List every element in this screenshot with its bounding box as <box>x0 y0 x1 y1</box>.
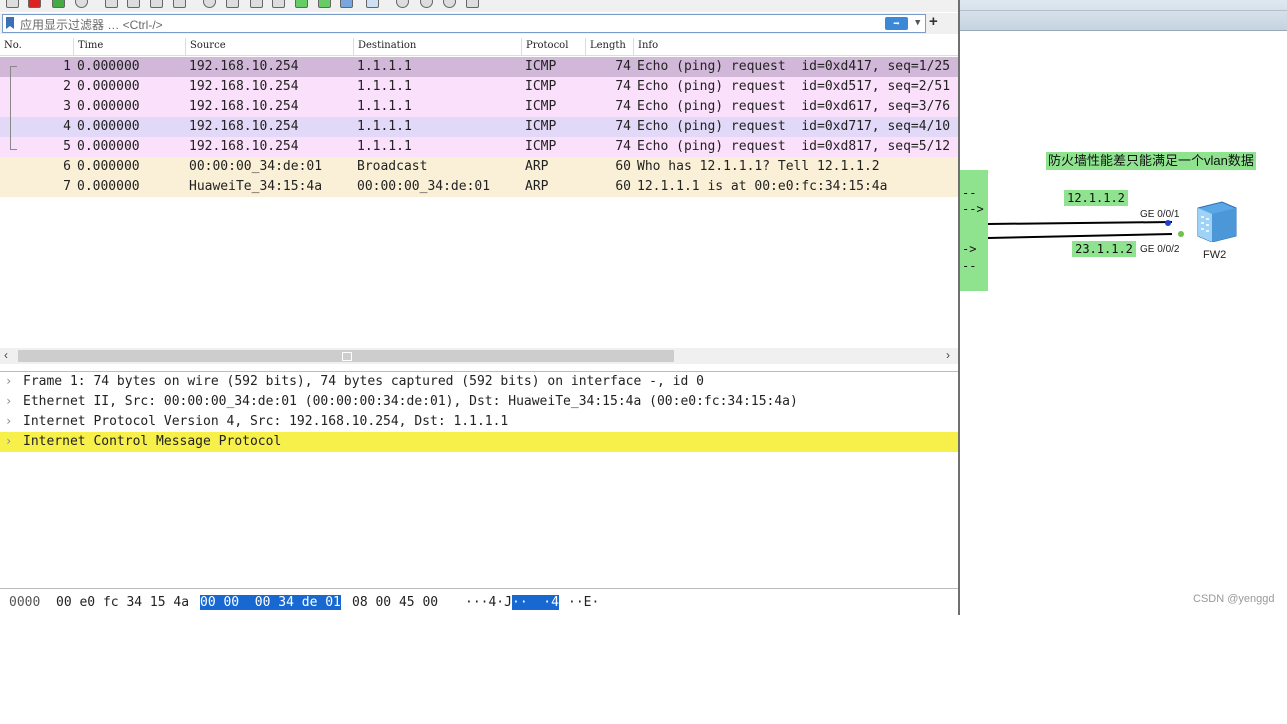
close-file-icon[interactable] <box>150 0 163 8</box>
packet-length: 60 <box>615 159 631 174</box>
packet-row[interactable]: 3 0.000000 192.168.10.254 1.1.1.1 ICMP 74 Echo… <box>0 97 958 117</box>
normal-size-icon[interactable] <box>443 0 456 8</box>
go-back-icon[interactable] <box>226 0 239 8</box>
find-packet-icon[interactable] <box>203 0 216 8</box>
save-file-icon[interactable] <box>127 0 140 8</box>
packet-length: 74 <box>615 59 631 74</box>
detail-row[interactable]: › Frame 1: 74 bytes on wire (592 bits), 7… <box>0 372 958 392</box>
go-to-packet-icon[interactable] <box>272 0 285 8</box>
detail-row[interactable]: › Internet Protocol Version 4, Src: 192.1… <box>0 412 958 432</box>
main-toolbar <box>0 0 958 12</box>
packet-row[interactable]: 5 0.000000 192.168.10.254 1.1.1.1 ICMP 74 Echo… <box>0 137 958 157</box>
colorize-icon[interactable] <box>366 0 379 8</box>
column-header-time[interactable]: Time <box>78 40 103 51</box>
link-status-dot <box>1178 231 1184 237</box>
bytes-ascii-highlight[interactable]: ·· ·4 <box>512 595 559 610</box>
port-label-top: GE 0/0/1 <box>1140 209 1180 220</box>
stop-capture-icon[interactable] <box>28 0 41 8</box>
capture-options-icon[interactable] <box>75 0 88 8</box>
scrollbar-grip <box>342 352 352 361</box>
zoom-in-icon[interactable] <box>396 0 409 8</box>
column-header-protocol[interactable]: Protocol <box>526 40 568 51</box>
expand-chevron-icon[interactable]: › <box>5 374 12 388</box>
packet-info: Echo (ping) request id=0xd417, seq=1/25 <box>637 59 951 74</box>
chevron-down-icon[interactable]: ▼ <box>915 18 920 28</box>
packet-row[interactable]: 7 0.000000 HuaweiTe_34:15:4a 00:00:00_34:de… <box>0 177 958 197</box>
filter-placeholder: 应用显示过滤器 … <Ctrl-/> <box>20 18 163 32</box>
detail-text: Internet Control Message Protocol <box>23 434 282 449</box>
packet-length: 60 <box>615 179 631 194</box>
device-label[interactable]: FW2 <box>1203 249 1226 261</box>
ip-label-bottom[interactable]: 23.1.1.2 <box>1072 241 1136 257</box>
port-label-bottom: GE 0/0/2 <box>1140 244 1180 255</box>
bytes-hex-1[interactable]: 00 e0 fc 34 15 4a <box>56 595 189 610</box>
bytes-hex-highlight[interactable]: 00 00 00 34 de 01 <box>200 595 341 610</box>
bytes-ascii-2[interactable]: ··E· <box>568 595 599 610</box>
wireshark-pane: 应用显示过滤器 … <Ctrl-/> ➡ ▼ + No. Time Source… <box>0 0 958 615</box>
add-filter-button[interactable]: + <box>929 13 938 30</box>
watermark: CSDN @yenggd <box>1193 593 1275 605</box>
link-ge001 <box>987 221 1173 225</box>
ip-label-top[interactable]: 12.1.1.2 <box>1064 190 1128 206</box>
packet-list: 1 0.000000 192.168.10.254 1.1.1.1 ICMP 74 Echo… <box>0 57 958 197</box>
column-header-source[interactable]: Source <box>190 40 226 51</box>
packet-length: 74 <box>615 99 631 114</box>
packet-row[interactable]: 2 0.000000 192.168.10.254 1.1.1.1 ICMP 74 Echo… <box>0 77 958 97</box>
packet-info: Echo (ping) request id=0xd817, seq=5/12 <box>637 139 951 154</box>
column-header-no[interactable]: No. <box>4 40 22 51</box>
conversation-bracket <box>10 66 17 150</box>
packet-info: 12.1.1.1 is at 00:e0:fc:34:15:4a <box>637 179 888 194</box>
topology-pane: 防火墙性能差只能满足一个vlan数据 -- --> -> -- 12.1.1.2… <box>960 0 1287 615</box>
detail-row[interactable]: › Ethernet II, Src: 00:00:00_34:de:01 (00… <box>0 392 958 412</box>
topology-links <box>987 220 1184 239</box>
packet-list-header: No. Time Source Destination Protocol Len… <box>0 38 958 56</box>
link-ge002 <box>987 233 1173 239</box>
packet-row[interactable]: 4 0.000000 192.168.10.254 1.1.1.1 ICMP 74 Echo… <box>0 117 958 137</box>
shark-fin-icon[interactable] <box>6 0 19 8</box>
packet-list-hscrollbar[interactable]: ‹ › <box>0 348 958 364</box>
expand-chevron-icon[interactable]: › <box>5 394 12 408</box>
packet-bytes: 0000 00 e0 fc 34 15 4a 00 00 00 34 de 01… <box>0 588 958 616</box>
packet-length: 74 <box>615 119 631 134</box>
detail-text: Ethernet II, Src: 00:00:00_34:de:01 (00:… <box>23 394 798 409</box>
packet-row[interactable]: 1 0.000000 192.168.10.254 1.1.1.1 ICMP 74 Echo… <box>0 57 958 77</box>
column-header-length[interactable]: Length <box>590 40 626 51</box>
packet-info: Who has 12.1.1.1? Tell 12.1.1.2 <box>637 159 880 174</box>
bytes-offset: 0000 <box>9 595 41 610</box>
go-forward-icon[interactable] <box>250 0 263 8</box>
scroll-left-icon[interactable]: ‹ <box>4 348 8 362</box>
reload-file-icon[interactable] <box>173 0 186 8</box>
zoom-out-icon[interactable] <box>420 0 433 8</box>
resize-columns-icon[interactable] <box>466 0 479 8</box>
link-status-dot <box>1165 220 1171 226</box>
restart-capture-icon[interactable] <box>52 0 65 8</box>
detail-text: Internet Protocol Version 4, Src: 192.16… <box>23 414 509 429</box>
scroll-right-icon[interactable]: › <box>946 348 950 362</box>
packet-details: › Frame 1: 74 bytes on wire (592 bits), 7… <box>0 371 958 586</box>
bytes-ascii-1[interactable]: ···4·J <box>465 595 512 610</box>
packet-info: Echo (ping) request id=0xd517, seq=2/51 <box>637 79 951 94</box>
packet-length: 74 <box>615 139 631 154</box>
detail-text: Frame 1: 74 bytes on wire (592 bits), 74… <box>23 374 704 389</box>
autoscroll-icon[interactable] <box>340 0 353 8</box>
column-header-destination[interactable]: Destination <box>358 40 416 51</box>
packet-info: Echo (ping) request id=0xd717, seq=4/10 <box>637 119 951 134</box>
go-last-icon[interactable] <box>318 0 331 8</box>
firewall-icon[interactable] <box>1194 200 1240 242</box>
column-header-info[interactable]: Info <box>638 40 658 51</box>
right-arrow-icon[interactable]: ➡ <box>885 17 908 30</box>
bookmark-icon[interactable] <box>6 17 14 29</box>
open-file-icon[interactable] <box>105 0 118 8</box>
bytes-hex-2[interactable]: 08 00 45 00 <box>352 595 438 610</box>
go-first-icon[interactable] <box>295 0 308 8</box>
display-filter-input[interactable]: 应用显示过滤器 … <Ctrl-/> ➡ ▼ <box>2 14 926 33</box>
packet-length: 74 <box>615 79 631 94</box>
expand-chevron-icon[interactable]: › <box>5 414 12 428</box>
packet-row[interactable]: 6 0.000000 00:00:00_34:de:01 Broadcast ARP 60… <box>0 157 958 177</box>
detail-row[interactable]: › Internet Control Message Protocol <box>0 432 958 452</box>
expand-chevron-icon[interactable]: › <box>5 434 12 448</box>
display-filter-bar: 应用显示过滤器 … <Ctrl-/> ➡ ▼ + <box>0 13 958 34</box>
packet-info: Echo (ping) request id=0xd617, seq=3/76 <box>637 99 951 114</box>
